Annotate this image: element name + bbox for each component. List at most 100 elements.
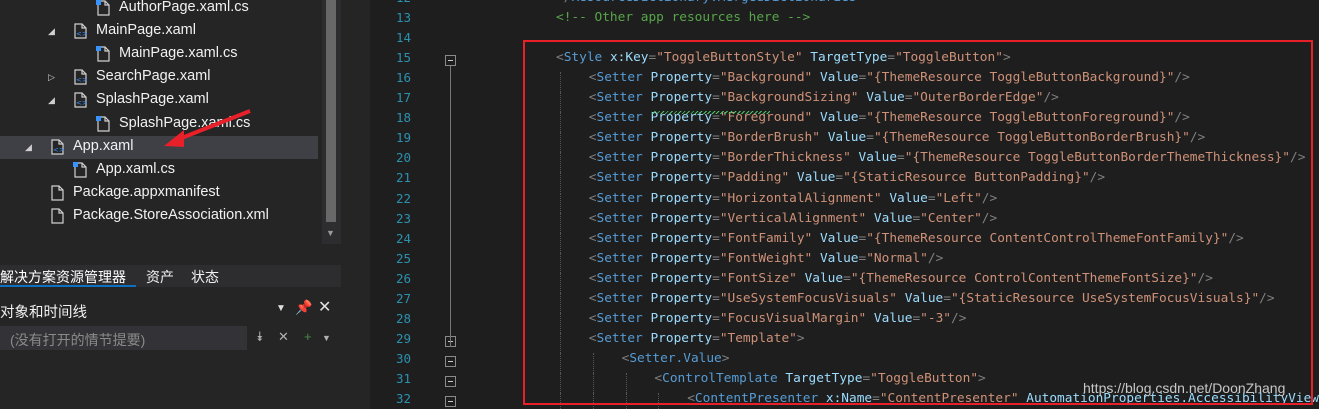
tab-assets[interactable]: 资产 bbox=[146, 267, 174, 287]
tree-item-label: Package.appxmanifest bbox=[73, 183, 220, 200]
indent-guide bbox=[560, 72, 561, 93]
code-token: "{ThemeResource ToggleButtonBackground}" bbox=[866, 70, 1175, 86]
line-number: 18 bbox=[395, 110, 411, 126]
code-token: = bbox=[872, 391, 880, 406]
code-token: = bbox=[712, 210, 720, 226]
code-line[interactable]: <Setter.Value> bbox=[622, 351, 730, 366]
add-storyboard-icon[interactable]: + bbox=[304, 329, 312, 344]
code-token: Style bbox=[563, 50, 603, 66]
code-token: = bbox=[912, 210, 921, 226]
fold-toggle-icon[interactable] bbox=[445, 396, 456, 407]
watermark: https://blog.csdn.net/DoonZhang bbox=[1083, 380, 1286, 396]
code-token: "OuterBorderEdge" bbox=[912, 90, 1044, 106]
xml-file-icon bbox=[51, 208, 64, 224]
code-line[interactable]: <Setter Property="FocusVisualMargin" Val… bbox=[589, 311, 967, 326]
code-token: Property bbox=[642, 150, 713, 166]
storyboard-selector[interactable]: (没有打开的情节提要) bbox=[0, 326, 247, 350]
tree-item[interactable]: SplashPage.xaml.cs bbox=[0, 113, 318, 136]
svg-text:<>: <> bbox=[76, 76, 87, 84]
tree-item[interactable]: MainPage.xaml.cs bbox=[0, 43, 318, 66]
fold-toggle-icon[interactable] bbox=[445, 375, 456, 387]
tab-solution-explorer[interactable]: 解决方案资源管理器 bbox=[0, 267, 126, 287]
code-line[interactable]: <Setter Property="UseSystemFocusVisuals"… bbox=[589, 291, 1275, 306]
code-token: = bbox=[712, 230, 720, 246]
fold-toggle-icon[interactable] bbox=[445, 355, 456, 367]
collapsed-arrow-icon[interactable]: ▷ bbox=[48, 72, 58, 82]
code-token: = bbox=[927, 190, 936, 206]
dropdown-icon[interactable]: ▼ bbox=[276, 303, 286, 314]
tree-item[interactable]: ◢ <> App.xaml bbox=[0, 135, 318, 159]
code-token: x:Key bbox=[602, 50, 649, 66]
code-token: = bbox=[835, 170, 844, 186]
code-line[interactable]: <Setter Property="BorderBrush" Value="{T… bbox=[589, 130, 1205, 145]
storyboard-options-icon[interactable]: ⯯ bbox=[256, 329, 264, 345]
expanded-arrow-icon[interactable]: ◢ bbox=[48, 95, 58, 105]
code-line[interactable]: <Setter Property="Padding" Value="{Stati… bbox=[589, 170, 1105, 185]
indent-guide bbox=[560, 212, 561, 233]
pin-icon[interactable]: 📌 bbox=[295, 299, 312, 316]
code-line[interactable]: <Setter Property="BackgroundSizing" Valu… bbox=[589, 90, 1059, 105]
fold-toggle-icon[interactable] bbox=[445, 55, 456, 67]
code-token: "{StaticResource UseSystemFocusVisuals}" bbox=[950, 290, 1260, 306]
code-line[interactable]: <Setter Property="FontSize" Value="{Them… bbox=[589, 271, 1213, 286]
code-token: "UseSystemFocusVisuals" bbox=[719, 290, 898, 306]
code-token: = bbox=[712, 150, 720, 166]
line-number: 24 bbox=[395, 230, 411, 246]
line-number: 26 bbox=[395, 270, 411, 286]
code-line[interactable]: <ControlTemplate TargetType="ToggleButto… bbox=[654, 371, 985, 386]
code-line[interactable]: <Setter Property="Template"> bbox=[589, 331, 805, 346]
code-token: < bbox=[588, 330, 597, 346]
tree-item[interactable]: ◢ <> SplashPage.xaml bbox=[0, 89, 318, 112]
scrollbar-thumb[interactable] bbox=[326, 0, 336, 222]
code-token: Setter bbox=[596, 250, 643, 266]
code-token: Value bbox=[897, 290, 944, 306]
code-token: "Center" bbox=[920, 210, 982, 226]
indent-guide bbox=[560, 92, 561, 113]
code-line[interactable]: <Style x:Key = "ToggleButtonStyle" TargetT… bbox=[556, 50, 1011, 65]
close-icon[interactable]: ✕ bbox=[318, 297, 331, 317]
code-line[interactable]: <Setter Property="FontWeight" Value="Nor… bbox=[589, 251, 943, 266]
code-token: Setter bbox=[596, 170, 643, 186]
code-token: > bbox=[978, 370, 986, 386]
fold-line bbox=[450, 66, 451, 347]
more-icon[interactable]: ▼ bbox=[322, 333, 331, 343]
code-token: Setter bbox=[596, 230, 643, 246]
code-line[interactable]: <Setter Property="FontFamily" Value="{Th… bbox=[589, 231, 1244, 246]
cs-file-icon bbox=[96, 0, 110, 16]
objects-timeline-title: 对象和时间线 bbox=[0, 305, 87, 321]
tree-item[interactable]: ▷ <> SearchPage.xaml bbox=[0, 66, 318, 89]
tree-item-label: Package.StoreAssociation.xml bbox=[73, 206, 269, 223]
code-token: "FontWeight" bbox=[719, 250, 813, 266]
code-token: ResourceDictionary.MergedDictionaries bbox=[571, 0, 856, 5]
solution-explorer-scrollbar[interactable]: ▼ bbox=[322, 0, 341, 244]
tree-item[interactable]: Package.appxmanifest bbox=[0, 182, 318, 205]
code-token: Value bbox=[881, 190, 928, 206]
tab-status[interactable]: 状态 bbox=[191, 267, 219, 287]
svg-text:<>: <> bbox=[53, 146, 64, 154]
line-number: 27 bbox=[395, 290, 411, 306]
tree-item[interactable]: Package.StoreAssociation.xml bbox=[0, 205, 318, 228]
remove-storyboard-icon[interactable]: ✕ bbox=[278, 329, 289, 345]
code-line[interactable]: <!-- Other app resources here --> bbox=[556, 10, 810, 25]
tree-item[interactable]: ◢ <> MainPage.xaml bbox=[0, 20, 318, 43]
code-line[interactable]: <Setter Property="HorizontalAlignment" V… bbox=[589, 191, 997, 206]
expanded-arrow-icon[interactable]: ◢ bbox=[25, 142, 35, 152]
code-token: < bbox=[687, 391, 695, 406]
code-line[interactable]: <Setter Property="Background" Value="{Th… bbox=[589, 70, 1190, 85]
code-token: Property bbox=[642, 330, 713, 346]
code-token: Setter bbox=[596, 150, 643, 166]
expanded-arrow-icon[interactable]: ◢ bbox=[48, 26, 58, 36]
code-token: = bbox=[862, 370, 871, 386]
panel-tabs: 解决方案资源管理器 资产 状态 bbox=[0, 265, 341, 287]
cs-file-icon bbox=[96, 115, 110, 132]
code-line[interactable]: <Setter Property="VerticalAlignment" Val… bbox=[589, 211, 997, 226]
scroll-down-icon[interactable]: ▼ bbox=[326, 228, 335, 238]
code-token: /> bbox=[1089, 170, 1106, 186]
tree-item[interactable]: App.xaml.cs bbox=[0, 159, 318, 182]
indent-guide bbox=[592, 393, 594, 409]
tree-item[interactable]: AuthorPage.xaml.cs bbox=[0, 0, 318, 20]
code-token: = bbox=[712, 330, 720, 346]
code-line[interactable]: <Setter Property="BorderThickness" Value… bbox=[589, 150, 1306, 165]
code-line[interactable]: </ResourceDictionary.MergedDictionaries> bbox=[556, 0, 864, 5]
code-editor[interactable]: 12 </ResourceDictionary.MergedDictionarie… bbox=[341, 0, 1319, 409]
